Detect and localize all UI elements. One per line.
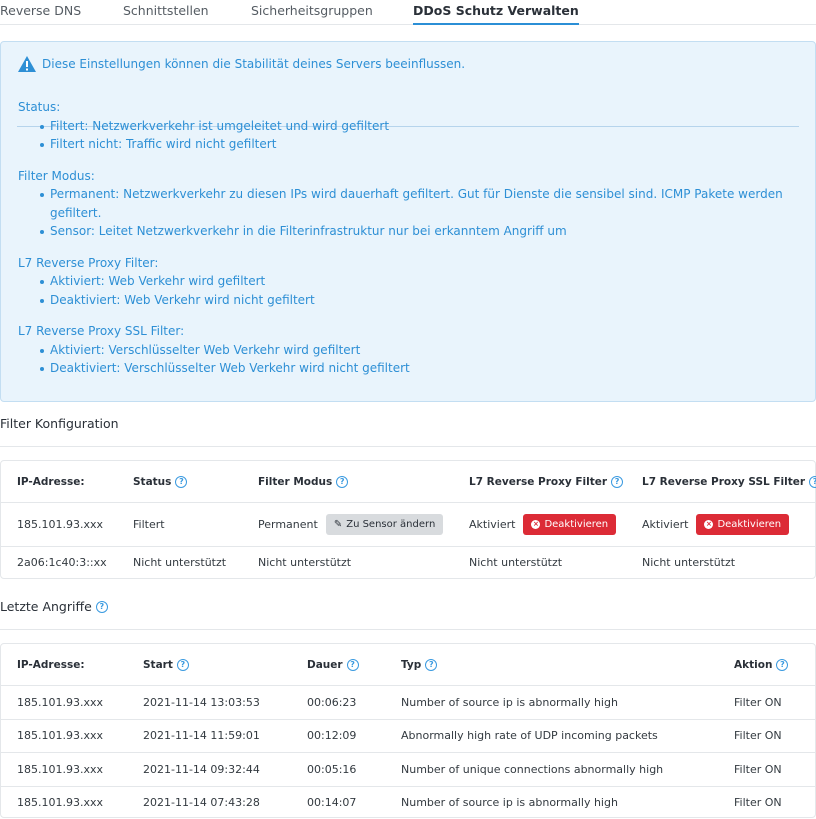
l7ssl-cell: Aktiviert × Deaktivieren	[642, 503, 790, 546]
table-header-row: IP-Adresse: Status? Filter Modus? L7 Rev…	[1, 461, 816, 502]
th-ip: IP-Adresse:	[17, 658, 85, 671]
th-ip: IP-Adresse:	[17, 475, 85, 488]
ip-cell: 185.101.93.xxx	[17, 729, 104, 742]
ip-cell: 2a06:1c40:3::xx	[17, 556, 107, 569]
legend-l7-title: L7 Reverse Proxy Filter:	[18, 256, 159, 270]
alert-warning-text: Diese Einstellungen können die Stabilitä…	[42, 57, 466, 71]
status-cell: Nicht unterstützt	[133, 556, 227, 569]
legend-item: Deaktiviert: Web Verkehr wird nicht gefi…	[40, 291, 315, 310]
question-circle-icon[interactable]: ?	[175, 475, 188, 488]
tab-sicherheitsgruppen[interactable]: Sicherheitsgruppen	[251, 3, 373, 18]
x-circle-icon: ×	[704, 520, 714, 529]
divider	[0, 629, 816, 630]
th-type: Typ?	[401, 644, 438, 685]
legend-item: Filtert: Netzwerkverkehr ist umgeleitet …	[39, 117, 389, 136]
th-start: Start?	[143, 644, 189, 685]
table-row: 185.101.93.xxx Filtert Permanent ✎ Zu Se…	[1, 502, 815, 546]
l7-cell: Nicht unterstützt	[469, 556, 563, 569]
info-alert: Diese Einstellungen können die Stabilitä…	[0, 41, 816, 402]
l7-cell: Aktiviert × Deaktivieren	[469, 503, 617, 546]
th-status: Status?	[133, 461, 188, 502]
th-action: Aktion?	[734, 644, 789, 685]
ip-cell: 185.101.93.xxx	[17, 796, 104, 809]
action-cell: Filter ON	[734, 796, 782, 809]
legend-item: Permanent: Netzwerkverkehr zu diesen IPs…	[40, 185, 790, 223]
table-header-row: IP-Adresse: Start? Dauer? Typ? Aktion?	[1, 644, 815, 685]
start-cell: 2021-11-14 07:43:28	[143, 796, 260, 809]
ip-cell: 185.101.93.xxx	[17, 695, 104, 709]
question-circle-icon[interactable]: ?	[346, 658, 359, 671]
legend-item: Sensor: Leitet Netzwerkverkehr in die Fi…	[40, 222, 567, 241]
question-circle-icon[interactable]: ?	[809, 475, 816, 488]
pencil-icon: ✎	[333, 519, 343, 530]
th-l7ssl: L7 Reverse Proxy SSL Filter?	[642, 461, 816, 502]
table-row: 185.101.93.xxx 2021-11-14 13:03:53 00:06:2…	[1, 685, 815, 718]
start-cell: 2021-11-14 11:59:01	[143, 729, 260, 742]
question-circle-icon[interactable]: ?	[336, 475, 349, 488]
type-cell: Number of unique connections abnormally …	[401, 762, 664, 776]
table-row: 185.101.93.xxx 2021-11-14 11:59:01 00:12:0…	[1, 718, 815, 752]
x-circle-icon: ×	[531, 520, 541, 529]
mode-cell: Nicht unterstützt	[258, 556, 352, 569]
ip-cell: 185.101.93.xxx	[17, 762, 104, 776]
deactivate-l7ssl-button[interactable]: × Deaktivieren	[696, 514, 790, 535]
status-cell: Filtert	[133, 518, 165, 531]
tab-bar: Reverse DNS Schnittstellen Sicherheitsgr…	[0, 0, 816, 25]
divider	[0, 446, 816, 447]
action-cell: Filter ON	[734, 729, 782, 742]
duration-cell: 00:12:09	[307, 729, 357, 742]
legend-item: Aktiviert: Verschlüsselter Web Verkehr w…	[39, 341, 360, 360]
duration-cell: 00:06:23	[307, 695, 357, 709]
attacks-table: IP-Adresse: Start? Dauer? Typ? Aktion? 1…	[0, 643, 816, 818]
mode-cell: Permanent ✎ Zu Sensor ändern	[258, 503, 444, 546]
action-cell: Filter ON	[734, 762, 782, 776]
start-cell: 2021-11-14 13:03:53	[143, 695, 260, 709]
l7ssl-cell: Nicht unterstützt	[642, 556, 736, 569]
tab-reverse-dns[interactable]: Reverse DNS	[0, 3, 81, 18]
filter-config-table: IP-Adresse: Status? Filter Modus? L7 Rev…	[0, 460, 816, 579]
legend-item: Deaktiviert: Verschlüsselter Web Verkehr…	[40, 359, 410, 378]
th-duration: Dauer?	[307, 644, 359, 685]
tab-schnittstellen[interactable]: Schnittstellen	[123, 3, 209, 18]
start-cell: 2021-11-14 09:32:44	[143, 762, 260, 776]
ip-cell: 185.101.93.xxx	[17, 518, 104, 531]
legend-l7ssl-title: L7 Reverse Proxy SSL Filter:	[18, 324, 185, 338]
legend-status-title: Status:	[18, 100, 61, 114]
table-row: 185.101.93.xxx 2021-11-14 07:43:28 00:14:0…	[1, 785, 815, 819]
attacks-title: Letzte Angriffe ?	[0, 599, 108, 614]
question-circle-icon[interactable]: ?	[611, 475, 624, 488]
type-cell: Number of source ip is abnormally high	[401, 796, 618, 809]
table-row: 185.101.93.xxx 2021-11-14 09:32:44 00:05:1…	[1, 752, 815, 785]
duration-cell: 00:05:16	[307, 762, 357, 776]
filter-config-title: Filter Konfiguration	[0, 416, 119, 431]
type-cell: Abnormally high rate of UDP incoming pac…	[401, 729, 658, 742]
tab-ddos-schutz[interactable]: DDoS Schutz Verwalten	[413, 3, 579, 25]
duration-cell: 00:14:07	[307, 796, 357, 809]
deactivate-l7-button[interactable]: × Deaktivieren	[523, 514, 617, 535]
question-circle-icon[interactable]: ?	[776, 658, 789, 671]
question-circle-icon[interactable]: ?	[176, 658, 189, 671]
type-cell: Number of source ip is abnormally high	[401, 695, 618, 709]
th-filter-mode: Filter Modus?	[258, 461, 349, 502]
question-circle-icon[interactable]: ?	[425, 658, 438, 671]
legend-item: Filtert nicht: Traffic wird nicht gefilt…	[39, 135, 276, 154]
legend-filter-mode-title: Filter Modus:	[18, 169, 95, 183]
warning-triangle-icon	[18, 56, 36, 72]
alert-warning: Diese Einstellungen können die Stabilitä…	[17, 55, 465, 73]
table-row: 2a06:1c40:3::xx Nicht unterstützt Nicht …	[1, 546, 815, 578]
switch-to-sensor-button[interactable]: ✎ Zu Sensor ändern	[325, 514, 444, 535]
action-cell: Filter ON	[734, 695, 782, 709]
legend-item: Aktiviert: Web Verkehr wird gefiltert	[39, 272, 265, 291]
question-circle-icon[interactable]: ?	[95, 600, 108, 613]
th-l7: L7 Reverse Proxy Filter?	[469, 461, 624, 502]
